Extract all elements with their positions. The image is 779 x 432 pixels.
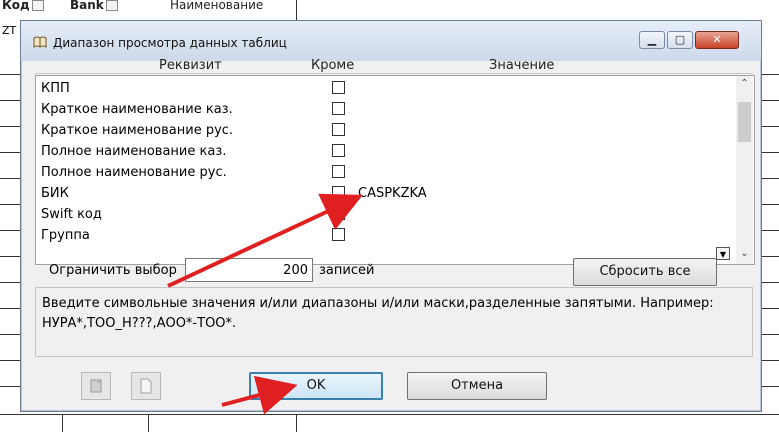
- background-header-code: Код: [2, 0, 44, 12]
- row-label: Группа: [41, 228, 90, 243]
- scroll-down-icon[interactable]: ⌄: [736, 248, 753, 259]
- bg-row-line: [0, 256, 22, 257]
- dialog-titlebar[interactable]: Диапазон просмотра данных таблиц ▁ ▢ ✕: [21, 21, 761, 61]
- except-checkbox[interactable]: [332, 81, 345, 94]
- background-header-name: Наименование: [170, 0, 264, 12]
- row-label: БИК: [41, 186, 69, 201]
- bg-col-line: [296, 414, 297, 432]
- row-label: Краткое наименование рус.: [41, 123, 234, 138]
- list-row[interactable]: Группа: [36, 225, 726, 246]
- ok-button[interactable]: OK: [249, 372, 383, 400]
- bg-row-line: [0, 178, 22, 179]
- bg-row-line: [760, 230, 779, 231]
- bg-row-line: [760, 178, 779, 179]
- vertical-scrollbar[interactable]: ⌃ ⌄: [736, 76, 753, 264]
- bg-row-line: [760, 152, 779, 153]
- except-checkbox[interactable]: [332, 102, 345, 115]
- bg-row-line: [760, 334, 779, 335]
- column-header-attribute: Реквизит: [159, 58, 222, 73]
- cancel-button[interactable]: Отмена: [407, 372, 547, 400]
- dialog-title: Диапазон просмотра данных таблиц: [53, 36, 287, 50]
- limit-label: Ограничить выбор: [49, 263, 177, 278]
- row-label: Swift код: [41, 207, 102, 222]
- hint-box: Введите символьные значения и/или диапаз…: [35, 287, 753, 357]
- except-checkbox[interactable]: [332, 165, 345, 178]
- column-header-except: Кроме: [311, 58, 355, 73]
- minimize-button[interactable]: ▁: [639, 31, 665, 49]
- list-row[interactable]: Swift код: [36, 204, 726, 225]
- bg-col-line: [62, 414, 63, 432]
- list-row[interactable]: Краткое наименование рус.: [36, 120, 726, 141]
- bg-row-line: [760, 100, 779, 101]
- bg-row-line: [0, 230, 22, 231]
- list-row[interactable]: БИК CASPKZKA: [36, 183, 726, 204]
- new-document-button[interactable]: [131, 372, 161, 400]
- bg-row-line: [0, 386, 22, 387]
- bg-col-line: [148, 414, 149, 432]
- maximize-icon: ▢: [674, 33, 686, 46]
- row-label: КПП: [41, 81, 70, 96]
- bg-row-line: [0, 204, 22, 205]
- list-row[interactable]: Полное наименование рус.: [36, 162, 726, 183]
- except-checkbox[interactable]: [332, 228, 345, 241]
- list-row[interactable]: Полное наименование каз.: [36, 141, 726, 162]
- except-checkbox[interactable]: [332, 144, 345, 157]
- range-dialog: Диапазон просмотра данных таблиц ▁ ▢ ✕ Р…: [20, 20, 762, 412]
- except-checkbox[interactable]: [332, 207, 345, 220]
- limit-input[interactable]: [185, 258, 313, 282]
- minimize-icon: ▁: [647, 33, 657, 46]
- close-button[interactable]: ✕: [695, 31, 739, 49]
- list-row[interactable]: КПП: [36, 78, 726, 99]
- close-icon: ✕: [712, 33, 722, 46]
- row-label: Полное наименование каз.: [41, 144, 227, 159]
- scroll-up-icon[interactable]: ⌃: [736, 78, 753, 89]
- column-header-value: Значение: [489, 58, 555, 73]
- bg-row-line: [0, 152, 22, 153]
- import-button[interactable]: [81, 372, 111, 400]
- scrollbar-thumb[interactable]: [738, 102, 751, 142]
- bg-row-line: [760, 74, 779, 75]
- bg-row-line: [0, 308, 22, 309]
- list-row[interactable]: Краткое наименование каз.: [36, 99, 726, 120]
- bg-row-line: [0, 360, 22, 361]
- bg-row-line: [0, 126, 22, 127]
- bg-row-line: [0, 334, 22, 335]
- bg-row-line: [760, 386, 779, 387]
- row-label: Полное наименование рус.: [41, 165, 227, 180]
- attribute-list: КПП Краткое наименование каз. Краткое на…: [35, 75, 755, 265]
- bg-row-line: [760, 256, 779, 257]
- bg-col-line: [296, 0, 297, 20]
- row-value[interactable]: CASPKZKA: [358, 186, 427, 201]
- bg-row-line: [760, 204, 779, 205]
- bg-row-line: [760, 282, 779, 283]
- except-checkbox[interactable]: [332, 123, 345, 136]
- header-divider: [35, 73, 753, 74]
- row-label: Краткое наименование каз.: [41, 102, 233, 117]
- book-icon: [33, 36, 47, 48]
- bg-row-line: [0, 74, 22, 75]
- except-checkbox[interactable]: [332, 186, 345, 199]
- hint-text: Введите символьные значения и/или диапаз…: [42, 296, 714, 331]
- background-sheet: Код Bank Наименование: [0, 0, 779, 20]
- bg-row-line: [0, 414, 779, 415]
- background-side-label: ZT: [2, 24, 17, 37]
- bg-row-line: [760, 360, 779, 361]
- maximize-button[interactable]: ▢: [667, 31, 693, 49]
- bg-row-line: [760, 126, 779, 127]
- bg-row-line: [0, 282, 22, 283]
- import-icon: [90, 379, 102, 393]
- background-header-bank: Bank: [70, 0, 118, 12]
- document-icon: [140, 378, 152, 394]
- value-dropdown-button[interactable]: ▼: [716, 247, 730, 260]
- bg-row-line: [0, 100, 22, 101]
- bg-row-line: [760, 308, 779, 309]
- limit-suffix: записей: [319, 263, 375, 278]
- reset-all-button[interactable]: Сбросить все: [573, 258, 717, 286]
